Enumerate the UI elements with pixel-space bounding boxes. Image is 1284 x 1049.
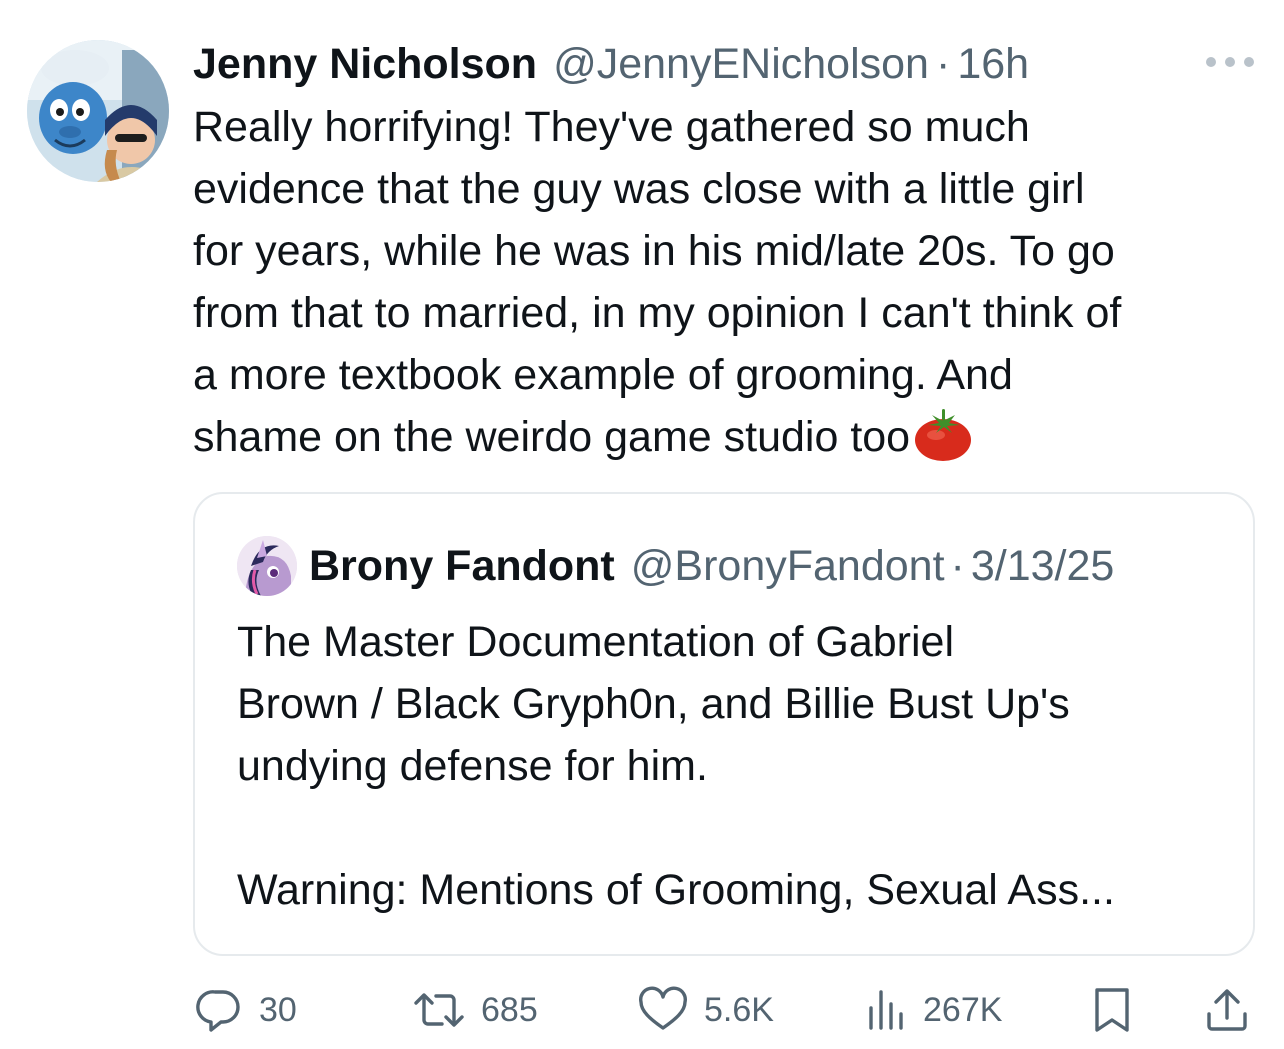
bookmark-icon bbox=[1095, 988, 1129, 1032]
views-button[interactable]: 267K bbox=[863, 982, 1002, 1038]
tweet-text-line: from that to married, in my opinion I ca… bbox=[193, 289, 1122, 337]
repost-icon bbox=[414, 993, 464, 1027]
tweet-header: Jenny Nicholson @JennyENicholson · 16h bbox=[193, 36, 1029, 92]
like-icon bbox=[639, 986, 687, 1030]
avatar-photo bbox=[27, 40, 169, 182]
like-count: 5.6K bbox=[704, 990, 774, 1029]
views-count: 267K bbox=[923, 990, 1003, 1029]
tweet-text-line-last: shame on the weirdo game studio too bbox=[193, 406, 1263, 468]
share-icon bbox=[1207, 989, 1247, 1031]
author-avatar[interactable] bbox=[27, 40, 169, 182]
quoted-text-warning: Warning: Mentions of Grooming, Sexual As… bbox=[237, 866, 1115, 914]
author-name[interactable]: Jenny Nicholson bbox=[193, 36, 537, 92]
quoted-tweet-card[interactable]: Brony Fandont @BronyFandont · 3/13/25 Th… bbox=[193, 492, 1255, 956]
tweet-text: Really horrifying! They've gathered so m… bbox=[193, 96, 1263, 468]
quoted-text-line: The Master Documentation of Gabriel bbox=[237, 618, 954, 666]
reply-button[interactable]: 30 bbox=[193, 982, 297, 1038]
more-dot bbox=[1206, 57, 1216, 67]
quoted-text-line: undying defense for him. bbox=[237, 742, 708, 790]
views-icon bbox=[869, 990, 903, 1030]
quoted-tweet-text: The Master Documentation of Gabriel Brow… bbox=[237, 611, 1237, 921]
reply-icon bbox=[196, 990, 240, 1032]
more-options-icon[interactable] bbox=[1206, 50, 1254, 74]
quoted-author-avatar[interactable] bbox=[237, 536, 297, 596]
header-separator: · bbox=[935, 40, 951, 88]
tomato-emoji-icon bbox=[912, 407, 974, 463]
quoted-tweet-header: Brony Fandont @BronyFandont · 3/13/25 bbox=[309, 538, 1114, 594]
pony-avatar-image bbox=[237, 536, 297, 596]
quoted-tweet-date[interactable]: 3/13/25 bbox=[971, 538, 1114, 594]
repost-count: 685 bbox=[481, 990, 538, 1029]
reply-count: 30 bbox=[259, 990, 297, 1029]
tweet-action-bar: 30 685 5.6K 267K bbox=[193, 982, 1255, 1038]
quoted-text-line: Brown / Black Gryph0n, and Billie Bust U… bbox=[237, 680, 1070, 728]
share-button[interactable] bbox=[1201, 982, 1253, 1038]
quoted-author-name[interactable]: Brony Fandont bbox=[309, 538, 615, 594]
more-dot bbox=[1244, 57, 1254, 67]
like-button[interactable]: 5.6K bbox=[636, 982, 774, 1038]
repost-button[interactable]: 685 bbox=[411, 982, 538, 1038]
tweet-text-line: shame on the weirdo game studio too bbox=[193, 413, 911, 461]
tweet-timestamp[interactable]: 16h bbox=[957, 36, 1029, 92]
author-handle[interactable]: @JennyENicholson bbox=[553, 36, 929, 92]
bookmark-button[interactable] bbox=[1090, 982, 1134, 1038]
more-dot bbox=[1225, 57, 1235, 67]
tweet-text-line: a more textbook example of grooming. And bbox=[193, 351, 1013, 399]
quoted-header-separator: · bbox=[950, 542, 965, 590]
tweet-text-line: for years, while he was in his mid/late … bbox=[193, 227, 1115, 275]
tweet-text-line: evidence that the guy was close with a l… bbox=[193, 165, 1085, 213]
quoted-author-handle[interactable]: @BronyFandont bbox=[631, 538, 945, 594]
tweet-text-line: Really horrifying! They've gathered so m… bbox=[193, 103, 1030, 151]
